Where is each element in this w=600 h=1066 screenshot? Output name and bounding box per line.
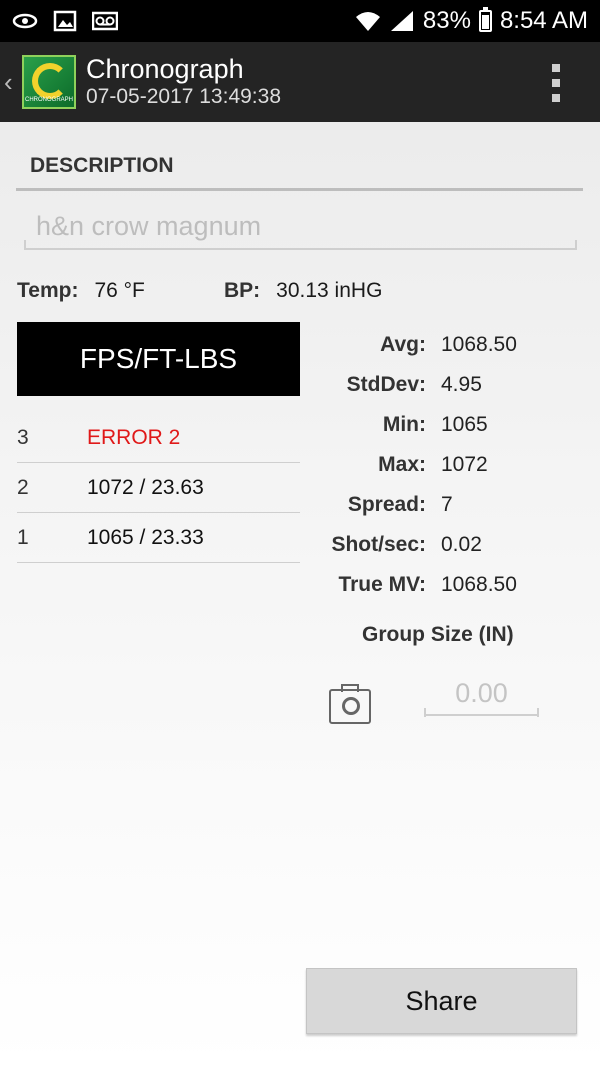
title-block: Chronograph 07-05-2017 13:49:38 <box>86 54 281 110</box>
stat-label: Spread: <box>347 493 426 516</box>
group-size-input[interactable] <box>424 672 539 716</box>
input-tick <box>537 708 539 717</box>
shot-value: ERROR 2 <box>87 425 181 449</box>
temp-label: Temp: <box>17 279 79 302</box>
app-logo-text: CHRONOGRAPH <box>24 97 73 103</box>
back-chevron-icon[interactable]: ‹ <box>4 67 22 98</box>
wifi-icon <box>355 12 380 31</box>
overflow-menu-icon[interactable] <box>552 64 560 102</box>
stat-avg: Avg: 1068.50 <box>310 325 590 365</box>
action-bar: ‹ CHRONOGRAPH Chronograph 07-05-2017 13:… <box>0 42 600 122</box>
input-tick <box>575 240 577 250</box>
stat-value: 1065 <box>441 413 488 436</box>
stat-min: Min: 1065 <box>310 405 590 445</box>
stat-stddev: StdDev: 4.95 <box>310 365 590 405</box>
battery-icon <box>478 7 492 32</box>
clock: 8:54 AM <box>499 7 588 34</box>
shot-list: 3 ERROR 2 2 1072 / 23.63 1 1065 / 23.33 <box>17 413 300 563</box>
stat-shot-per-sec: Shot/sec: 0.02 <box>310 525 590 565</box>
image-icon <box>53 10 77 32</box>
share-button[interactable]: Share <box>306 968 577 1034</box>
shot-number: 3 <box>17 425 29 449</box>
description-input[interactable] <box>24 204 577 250</box>
section-divider <box>16 188 583 191</box>
shot-number: 2 <box>17 475 29 499</box>
stat-value: 1068.50 <box>441 333 517 356</box>
bp-value: 30.13 inHG <box>276 279 383 302</box>
description-heading: DESCRIPTION <box>30 154 174 177</box>
shot-row[interactable]: 2 1072 / 23.63 <box>17 463 300 513</box>
input-tick <box>424 708 426 717</box>
app-logo[interactable]: CHRONOGRAPH <box>22 55 76 109</box>
stat-label: True MV: <box>338 573 426 596</box>
stat-value: 1068.50 <box>441 573 517 596</box>
stat-label: Max: <box>378 453 426 476</box>
shot-number: 1 <box>17 525 29 549</box>
signal-icon <box>390 11 413 31</box>
shot-value: 1072 / 23.63 <box>87 475 204 499</box>
shot-value: 1065 / 23.33 <box>87 525 204 549</box>
voicemail-icon <box>92 11 118 31</box>
bp-row: BP: 30.13 inHG <box>224 279 382 303</box>
stat-label: Avg: <box>380 333 426 356</box>
status-left <box>12 10 118 32</box>
stat-label: Shot/sec: <box>331 533 426 556</box>
status-bar: 83% 8:54 AM <box>0 0 600 42</box>
stat-value: 0.02 <box>441 533 482 556</box>
app-title: Chronograph <box>86 54 244 84</box>
shot-row[interactable]: 1 1065 / 23.33 <box>17 513 300 563</box>
camera-icon[interactable] <box>329 684 371 724</box>
stat-spread: Spread: 7 <box>310 485 590 525</box>
temp-row: Temp: 76 °F <box>17 279 145 303</box>
bp-label: BP: <box>224 279 261 302</box>
stat-value: 4.95 <box>441 373 482 396</box>
status-right: 83% 8:54 AM <box>355 7 588 35</box>
session-timestamp: 07-05-2017 13:49:38 <box>86 85 281 108</box>
stat-value: 1072 <box>441 453 488 476</box>
units-toggle-button[interactable]: FPS/FT-LBS <box>17 322 300 396</box>
stat-true-mv: True MV: 1068.50 <box>310 565 590 605</box>
group-size-label: Group Size (IN) <box>362 623 514 646</box>
sync-icon <box>12 13 38 29</box>
stat-label: Min: <box>382 413 426 436</box>
input-tick <box>24 240 26 250</box>
temp-value: 76 °F <box>94 279 145 302</box>
stat-value: 7 <box>441 493 453 516</box>
stat-label: StdDev: <box>346 373 426 396</box>
shot-row[interactable]: 3 ERROR 2 <box>17 413 300 463</box>
battery-percent: 83% <box>422 7 471 34</box>
stats-panel: Avg: 1068.50 StdDev: 4.95 Min: 1065 Max:… <box>310 325 590 605</box>
stat-max: Max: 1072 <box>310 445 590 485</box>
